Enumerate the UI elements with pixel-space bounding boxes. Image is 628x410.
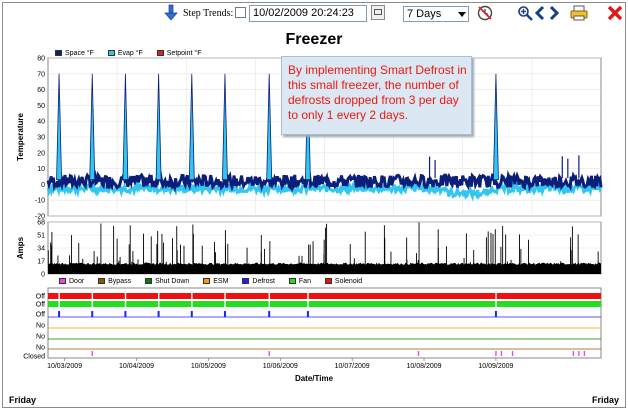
door-open-event xyxy=(417,351,420,356)
trend-window: Step Trends: 10/02/2009 20:24:23 7 Days xyxy=(2,2,626,408)
x-tick-label: 10/09/2009 xyxy=(478,363,513,370)
temperature-tick-label: 40 xyxy=(37,119,45,126)
chart-area: Freezer Space °F Evap °F Setpoint °F Doo… xyxy=(3,25,625,407)
door-open-event xyxy=(511,351,514,356)
door-open-event xyxy=(578,351,580,356)
x-tick-label: 10/05/2009 xyxy=(191,363,226,370)
defrost-pulse xyxy=(124,311,127,317)
defrost-pulse xyxy=(494,311,497,317)
state-row-label: No xyxy=(36,345,45,352)
annotation-callout: By implementing Smart Defrost in this sm… xyxy=(281,56,472,135)
state-row-label: Off xyxy=(36,302,45,309)
state-row-label: Closed xyxy=(23,354,45,361)
door-open-event xyxy=(572,351,575,356)
x-tick-label: 10/04/2009 xyxy=(119,363,154,370)
state-row-label: No xyxy=(36,323,45,330)
defrost-pulse xyxy=(306,311,309,317)
temperature-tick-label: 30 xyxy=(37,135,45,142)
day-label-right: Friday xyxy=(591,395,619,405)
temperature-tick-label: 0 xyxy=(41,182,45,189)
state-gap xyxy=(224,293,226,307)
state-row-label: Off xyxy=(36,294,45,301)
defrost-pulse xyxy=(91,311,94,317)
step-trends-checkbox[interactable] xyxy=(235,7,246,18)
state-gap xyxy=(91,293,94,307)
range-select[interactable]: 7 Days xyxy=(403,6,469,22)
amps-axis-title: Amps xyxy=(16,236,25,259)
x-tick-label: 10/08/2009 xyxy=(407,363,442,370)
temperature-tick-label: 20 xyxy=(37,150,45,157)
zoom-icon[interactable] xyxy=(517,5,533,21)
door-open-event xyxy=(268,351,270,356)
door-open-event xyxy=(495,351,497,356)
previous-icon[interactable] xyxy=(534,5,546,21)
toolbar: Step Trends: 10/02/2009 20:24:23 7 Days xyxy=(3,3,625,25)
print-icon[interactable] xyxy=(570,5,588,21)
calendar-icon[interactable] xyxy=(371,5,385,20)
x-tick-label: 10/03/2009 xyxy=(47,363,82,370)
close-icon[interactable] xyxy=(607,5,623,21)
solenoid-state-bar xyxy=(48,293,601,299)
door-open-event xyxy=(91,351,93,356)
temperature-axis-title: Temperature xyxy=(16,113,25,161)
state-gap xyxy=(124,293,127,307)
defrost-pulse xyxy=(223,311,226,317)
amps-tick-label: 0 xyxy=(41,272,45,279)
step-trends-label: Step Trends: xyxy=(183,8,234,19)
range-select-value: 7 Days xyxy=(407,8,442,20)
datetime-input[interactable]: 10/02/2009 20:24:23 xyxy=(249,5,367,22)
temperature-tick-label: -10 xyxy=(35,198,45,205)
state-gap xyxy=(158,293,160,307)
state-gap xyxy=(307,293,309,307)
temperature-tick-label: 80 xyxy=(37,56,45,63)
x-axis-title: Date/Time xyxy=(294,374,334,383)
door-open-event xyxy=(583,351,586,356)
temperature-tick-label: 70 xyxy=(37,71,45,78)
door-open-event xyxy=(500,351,503,356)
state-gap xyxy=(58,293,60,307)
next-icon[interactable] xyxy=(548,5,560,21)
defrost-pulse xyxy=(268,311,271,317)
down-arrow-icon[interactable] xyxy=(163,4,179,22)
temperature-tick-label: 10 xyxy=(37,166,45,173)
x-tick-label: 10/07/2009 xyxy=(335,363,370,370)
x-tick-label: 10/06/2009 xyxy=(263,363,298,370)
state-gap xyxy=(495,293,497,307)
defrost-pulse xyxy=(58,311,61,317)
defrost-pulse xyxy=(190,311,193,317)
amps-tick-label: 17 xyxy=(37,259,45,266)
amps-tick-label: 34 xyxy=(37,246,45,253)
amps-tick-label: 51 xyxy=(37,233,45,240)
chevron-down-icon xyxy=(458,12,466,17)
amps-tick-label: 68 xyxy=(37,220,45,227)
history-icon[interactable] xyxy=(477,5,493,21)
state-row-label: Off xyxy=(36,312,45,319)
fan-state-bar xyxy=(48,301,601,307)
state-gap xyxy=(191,293,193,307)
temperature-tick-label: 60 xyxy=(37,87,45,94)
temperature-tick-label: 50 xyxy=(37,103,45,110)
day-label-left: Friday xyxy=(9,395,37,405)
defrost-pulse xyxy=(157,311,160,317)
state-gap xyxy=(268,293,270,307)
state-row-label: No xyxy=(36,334,45,341)
